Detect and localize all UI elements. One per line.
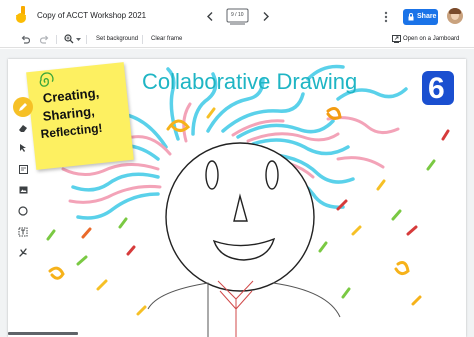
board-title[interactable]: Copy of ACCT Workshop 2021 xyxy=(37,11,146,20)
avatar-hair xyxy=(449,8,461,14)
image-icon xyxy=(19,186,27,194)
circle-shape-icon xyxy=(18,206,28,216)
previous-frame-icon[interactable] xyxy=(206,12,214,21)
redo-icon[interactable] xyxy=(40,35,49,44)
laser-tool[interactable] xyxy=(12,243,34,263)
shape-tool[interactable] xyxy=(12,201,34,221)
sticky-note[interactable]: Creating, Sharing, Reflecting! xyxy=(26,62,134,170)
face-drawing xyxy=(165,142,315,292)
jamboard-app: Copy of ACCT Workshop 2021 9 / 10 Share xyxy=(0,0,474,337)
zoom-icon[interactable] xyxy=(64,34,74,44)
set-background-button[interactable]: Set background xyxy=(96,36,138,42)
toolbar-divider xyxy=(56,35,57,44)
more-options-icon[interactable] xyxy=(384,11,388,23)
open-on-jamboard-icon[interactable] xyxy=(392,35,401,43)
eraser-tool[interactable] xyxy=(12,118,34,138)
share-button[interactable]: Share xyxy=(403,9,438,25)
jamboard-logo-icon[interactable] xyxy=(14,6,28,24)
top-bar: Copy of ACCT Workshop 2021 9 / 10 Share xyxy=(0,0,474,32)
avatar[interactable] xyxy=(447,8,463,24)
frame-number-badge[interactable]: 6 xyxy=(422,71,454,105)
pen-icon xyxy=(19,103,27,111)
textbox-icon xyxy=(18,227,28,237)
sticky-line-3: Reflecting! xyxy=(39,120,104,142)
undo-icon[interactable] xyxy=(21,35,30,44)
image-tool[interactable] xyxy=(12,180,34,200)
lock-icon xyxy=(408,13,414,21)
open-on-jamboard-button[interactable]: Open on a Jamboard xyxy=(403,36,459,42)
select-arrow-icon xyxy=(20,144,26,152)
chevron-down-icon[interactable] xyxy=(76,38,81,41)
eraser-icon xyxy=(19,124,27,132)
horizontal-scrollbar[interactable] xyxy=(8,332,78,335)
edit-toolbar: Set background Clear frame Open on a Jam… xyxy=(0,31,474,48)
drawing-frame[interactable]: Creating, Sharing, Reflecting! Collabora… xyxy=(8,59,466,337)
textbox-tool[interactable] xyxy=(12,222,34,242)
frame-counter-button[interactable]: 9 / 10 xyxy=(226,8,249,25)
sticky-note-icon xyxy=(18,164,28,174)
tool-rail xyxy=(12,97,34,267)
share-label: Share xyxy=(417,13,437,20)
frame-number: 6 xyxy=(428,72,445,105)
toolbar-divider xyxy=(86,35,87,44)
canvas-area: Creating, Sharing, Reflecting! Collabora… xyxy=(0,49,474,337)
frame-counter: 9 / 10 xyxy=(231,12,244,18)
toolbar-divider xyxy=(142,35,143,44)
laser-icon xyxy=(19,248,27,257)
clear-frame-button[interactable]: Clear frame xyxy=(151,36,182,42)
pen-tool[interactable] xyxy=(12,97,34,117)
next-frame-icon[interactable] xyxy=(262,12,270,21)
board-heading[interactable]: Collaborative Drawing xyxy=(142,69,357,95)
select-tool[interactable] xyxy=(12,138,34,158)
sticky-line-2: Sharing, xyxy=(42,103,96,124)
sticky-note-tool[interactable] xyxy=(12,159,34,179)
